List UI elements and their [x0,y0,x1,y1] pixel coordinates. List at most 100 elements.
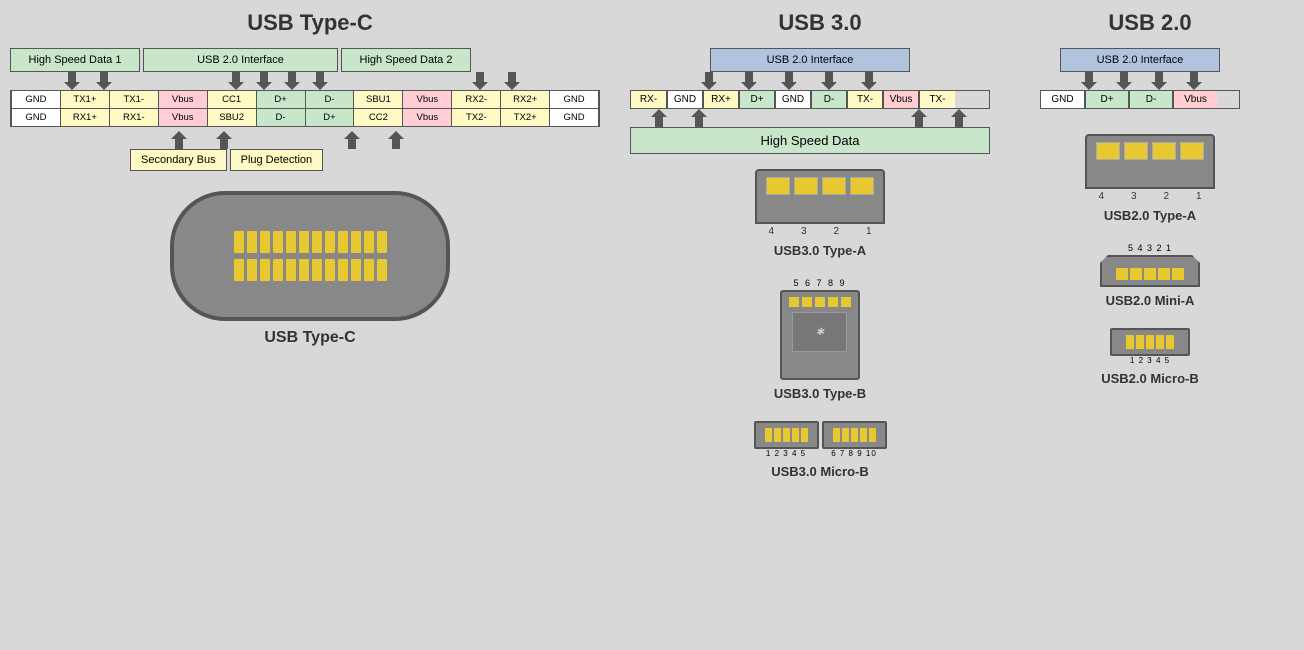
pin-r1-vbus1: Vbus [158,91,207,108]
micro-pin [765,428,772,442]
usb30-bottom-arrows [630,109,990,127]
micro-pin [860,428,867,442]
typea-pin [766,177,790,195]
typec-pin [273,231,283,253]
typec-pin [377,231,387,253]
microb-right-numbers: 6 7 8 9 10 [831,449,877,458]
pin-r1-gnd1: GND [11,91,60,108]
typec-pin [260,231,270,253]
usb20-typea-connector [1085,134,1215,189]
usb20-microb-connector [1110,328,1190,356]
usb20-minia-connector [1100,255,1200,287]
pin-r2-gnd2: GND [549,109,599,126]
typec-pin [299,259,309,281]
micro-pin [801,428,808,442]
usb30-pin-vbus: Vbus [883,91,919,108]
pin-r1-sbu1: SBU1 [353,91,402,108]
typec-pin [312,231,322,253]
pin-r1-rx2p: RX2+ [500,91,549,108]
pin-r2-rx1p: RX1+ [60,109,109,126]
usb30-typea-item: 4321 USB3.0 Type-A [755,169,885,258]
typeb-body: ✱ [792,312,847,352]
typec-pin [338,259,348,281]
usb30-microb-label: USB3.0 Micro-B [771,464,869,479]
typec-pin [351,231,361,253]
pin-r2-vbus1: Vbus [158,109,207,126]
typec-pin [377,259,387,281]
bottom-arrows-svg [10,127,600,149]
pin-r1-dp: D+ [256,91,305,108]
usb20-typea-numbers: 4321 [1085,191,1215,202]
usb20-minia-label: USB2.0 Mini-A [1106,293,1195,308]
pin-r2-dp: D+ [305,109,354,126]
usb20-connectors: 4321 USB2.0 Type-A 5 4 3 2 1 [1030,134,1270,386]
typec-pin [234,259,244,281]
plug-detection-box: Plug Detection [230,149,324,171]
hsd1-group-box: High Speed Data 1 [10,48,140,72]
typec-pin [247,259,257,281]
usb20-title: USB 2.0 [1030,10,1270,36]
typeb-pin [789,297,799,307]
typeb-pin [802,297,812,307]
typea-pin-numbers: 4321 [755,226,885,237]
typec-pin [364,231,374,253]
microb-left-numbers: 1 2 3 4 5 [766,449,806,458]
typec-pin [325,231,335,253]
pin-r1-tx1p: TX1+ [60,91,109,108]
typec-pin [351,259,361,281]
micro-pin [1126,335,1134,349]
typeb-top-pins [789,297,851,307]
mini-pin [1144,268,1156,280]
typec-pin [234,231,244,253]
pin-r2-rx1m: RX1- [109,109,158,126]
micro-pin [1146,335,1154,349]
typec-pin [338,231,348,253]
typea-pin [1180,142,1204,160]
pin-r2-vbus2: Vbus [402,109,451,126]
micro-pin [833,428,840,442]
pin-r2-sbu2: SBU2 [207,109,256,126]
usb30-typea-label: USB3.0 Type-A [774,243,866,258]
typec-connector-diagram: USB Type-C [10,191,610,347]
usb20-pin-dp: D+ [1085,91,1129,108]
typec-connector-label: USB Type-C [264,329,355,347]
typec-pin [299,231,309,253]
usb30-pinout: USB 2.0 Interface RX- GND RX+ D+ GND [620,48,1000,154]
microb-connectors: 1 2 3 4 5 6 7 8 9 10 [754,421,887,458]
usb20-group-box: USB 2.0 Interface [143,48,338,72]
pin-r1-vbus2: Vbus [402,91,451,108]
typea-pin [1152,142,1176,160]
usb30-pin-rxp: RX+ [703,91,739,108]
microb-right [822,421,887,449]
micro-pin [783,428,790,442]
usb20-pin-gnd: GND [1041,91,1085,108]
typea-pin [822,177,846,195]
usb20-typea-label: USB2.0 Type-A [1104,208,1196,223]
typeb-top-numbers: 5 6 7 8 9 [793,278,846,288]
usb30-pin-rxm: RX- [631,91,667,108]
usb20-typea-item: 4321 USB2.0 Type-A [1085,134,1215,223]
usb30-top-arrows [650,72,970,90]
usb20-pin-vbus: Vbus [1173,91,1217,108]
pin-r2-tx2p: TX2+ [500,109,549,126]
micro-pin [842,428,849,442]
usb20-pinout: USB 2.0 Interface GND D+ D- Vbus [1030,48,1250,109]
typec-pin [273,259,283,281]
pin-r1-cc1: CC1 [207,91,256,108]
typeb-pin [841,297,851,307]
usb20-microb-label: USB2.0 Micro-B [1101,371,1199,386]
typec-pin [286,231,296,253]
usb20-interface-box: USB 2.0 Interface [1060,48,1220,72]
usb30-connectors: 4321 USB3.0 Type-A 5 6 7 8 9 [620,169,1020,479]
pin-r2-dm: D- [256,109,305,126]
usb30-interface-box: USB 2.0 Interface [710,48,910,72]
mini-pin [1130,268,1142,280]
typec-pin [260,259,270,281]
microb-left [754,421,819,449]
usb30-hsd-box: High Speed Data [630,127,990,154]
typec-pin [312,259,322,281]
usb30-typea-connector [755,169,885,224]
usb30-typeb-connector: ✱ [780,290,860,380]
usb20-pin-dm: D- [1129,91,1173,108]
usb20-section: USB 2.0 USB 2.0 Interface GND D+ D- [1030,10,1270,640]
